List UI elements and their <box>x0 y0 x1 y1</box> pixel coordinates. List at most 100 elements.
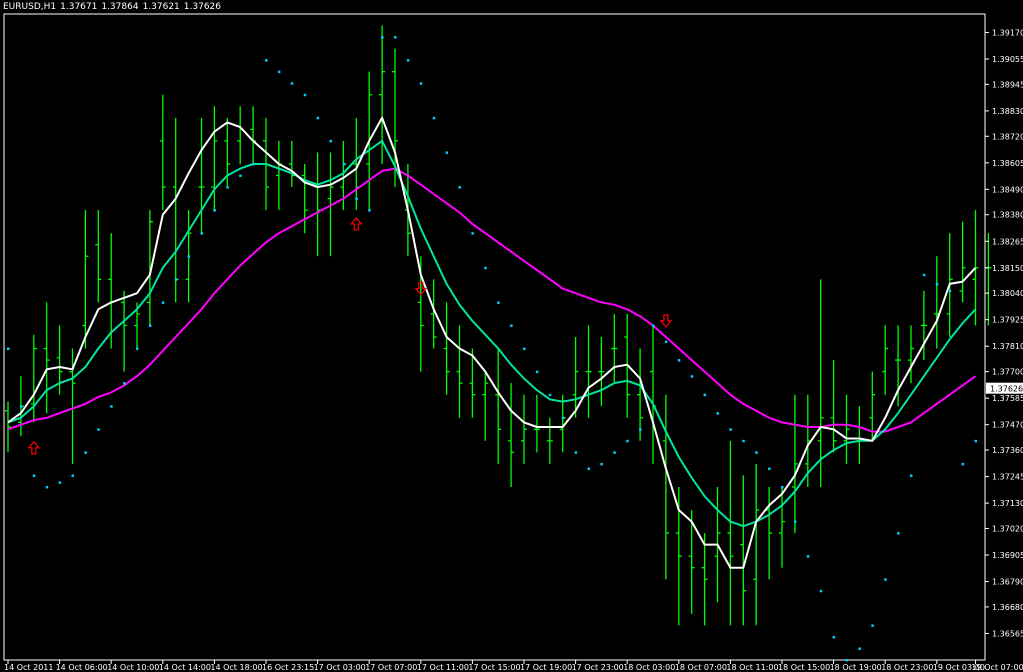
ohlc-bar <box>766 486 773 580</box>
ma-mid-line <box>7 139 977 528</box>
buy-arrow-icon <box>27 440 41 455</box>
psar-dot <box>690 375 694 378</box>
psar-dot <box>832 635 836 639</box>
psar-dot <box>32 474 36 477</box>
x-tick-label: 17 Oct 11:00 <box>417 663 469 672</box>
psar-dot <box>871 624 874 627</box>
y-tick-label: 1.38830 <box>992 107 1023 116</box>
psar-dot <box>793 520 797 524</box>
psar-dot <box>58 481 62 484</box>
psar-dot <box>71 474 74 477</box>
psar-dot <box>858 647 861 650</box>
psar-dot <box>394 36 397 39</box>
x-tick-label: 17 Oct 15:00 <box>468 663 520 672</box>
psar-dot <box>458 186 461 189</box>
y-tick-label: 1.39055 <box>992 55 1023 64</box>
y-tick-label: 1.38605 <box>992 159 1023 168</box>
ohlc-bar <box>791 394 798 534</box>
ohlc-bar <box>830 360 837 453</box>
psar-dot <box>716 412 719 415</box>
y-tick-label: 1.36565 <box>992 629 1023 638</box>
psar-dot <box>626 439 629 443</box>
ohlc-bar <box>456 325 463 418</box>
psar-dot <box>974 439 977 443</box>
psar-dot <box>239 174 242 177</box>
ohlc-bar <box>314 152 321 257</box>
ohlc-bar <box>779 486 785 568</box>
ohlc-bar <box>740 475 747 626</box>
x-tick-label: 14 Oct 2011 <box>4 663 53 672</box>
psar-dot <box>136 347 139 351</box>
psar-dot <box>884 578 887 581</box>
x-tick-label: 16 Oct 23:15 <box>262 663 314 672</box>
price-chart[interactable]: 1.39170 1.39055 1.38945 1.38830 1.38720 1.386… <box>0 0 1023 672</box>
y-tick-label: 1.37700 <box>992 368 1023 377</box>
y-tick-label: 1.37245 <box>992 473 1023 482</box>
plot-frame <box>3 13 986 661</box>
y-tick-label: 1.37810 <box>992 342 1023 351</box>
psar-dot <box>406 59 410 62</box>
ohlc-bar <box>275 140 282 211</box>
psar-dot <box>510 324 513 327</box>
psar-dot <box>265 59 268 62</box>
sell-arrow-icon <box>659 314 673 328</box>
x-tick-label: 14 Oct 06:00 <box>56 663 108 672</box>
ohlc-bar <box>662 394 669 580</box>
psar-dot <box>781 485 784 489</box>
x-tick-label: 17 Oct 03:00 <box>314 663 366 672</box>
y-tick-label: 1.38720 <box>992 132 1023 141</box>
y-tick-label: 1.37925 <box>992 316 1023 325</box>
ohlc-bar <box>533 394 540 453</box>
ohlc-bar <box>882 325 889 395</box>
psar-dot <box>252 162 255 166</box>
psar-dot <box>548 393 552 397</box>
psar-dot <box>355 197 358 201</box>
ohlc-bar <box>121 290 128 372</box>
psar-dot <box>961 462 965 466</box>
psar-dot <box>290 82 294 85</box>
ohlc-bar <box>495 348 502 464</box>
psar-dot <box>535 370 539 374</box>
psar-dot <box>97 428 100 431</box>
ohlc-bar <box>933 256 940 349</box>
psar-dot <box>329 139 332 143</box>
psar-dot <box>935 282 939 286</box>
current-price-label: 1.37626 <box>990 385 1023 394</box>
psar-dot <box>742 439 745 443</box>
psar-dot <box>600 462 603 466</box>
x-tick-label: 14 Oct 10:00 <box>107 663 159 672</box>
ohlc-bar <box>482 371 489 441</box>
ohlc-bar <box>237 106 244 164</box>
psar-dot <box>845 659 848 662</box>
y-tick-label: 1.37360 <box>992 446 1023 455</box>
psar-dot <box>19 405 23 408</box>
ohlc-bar <box>198 117 205 234</box>
psar-dot <box>587 467 590 471</box>
psar-dot <box>110 405 113 408</box>
psar-dot <box>922 273 926 277</box>
ohlc-bar <box>727 440 734 626</box>
ohlc-bar <box>82 210 89 349</box>
psar-dot <box>768 467 771 471</box>
psar-dot <box>523 347 526 351</box>
x-tick-label: 18 Oct 03:00 <box>623 663 675 672</box>
psar-dot <box>484 266 487 270</box>
ohlc-bar <box>508 383 515 487</box>
psar-dot <box>910 474 913 477</box>
psar-dot <box>148 324 152 327</box>
ohlc-bar <box>650 325 656 464</box>
psar-dot <box>45 485 49 489</box>
psar-dot <box>652 324 655 327</box>
ohlc-bar <box>856 406 863 464</box>
y-tick-label: 1.38945 <box>992 80 1023 89</box>
psar-dot <box>819 589 823 593</box>
ohlc-bar <box>250 106 257 164</box>
ohlc-bar <box>701 533 708 626</box>
ohlc-bar <box>843 394 850 464</box>
ohlc-bar <box>908 325 914 384</box>
psar-dot <box>639 428 642 431</box>
y-tick-label: 1.38380 <box>992 211 1023 220</box>
psar-dot <box>703 393 707 397</box>
psar-dot <box>729 428 732 431</box>
ma-slow-line <box>7 167 977 433</box>
